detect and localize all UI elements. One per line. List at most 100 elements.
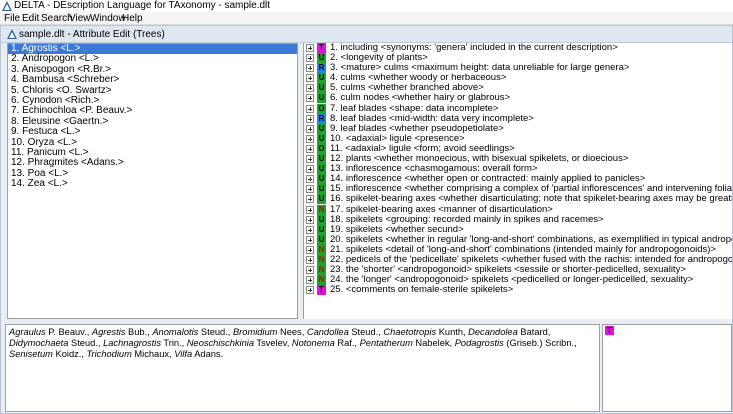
menu-file[interactable]: File xyxy=(4,12,20,25)
author-text: Steud., xyxy=(198,327,233,337)
attribute-edit-window: sample.dlt - Attribute Edit (Trees) 1. A… xyxy=(0,25,733,414)
expand-icon[interactable] xyxy=(306,195,314,204)
character-state-badge: O xyxy=(317,103,326,114)
genus-name-italic: Agrestis xyxy=(91,327,126,337)
author-text: Raf., xyxy=(334,338,360,348)
taxon-item[interactable]: 4. Bambusa <Schreber> xyxy=(8,74,297,85)
menu-bar: File Edit Search View Window Help xyxy=(0,12,733,25)
character-state-badge: U xyxy=(317,123,326,134)
expand-icon[interactable] xyxy=(306,245,314,254)
genus-name-italic: Agraulus xyxy=(9,327,46,337)
menu-window[interactable]: Window xyxy=(90,12,126,25)
author-text: Batard, xyxy=(517,327,551,337)
genus-name-italic: Bromidium xyxy=(232,327,278,337)
expand-icon[interactable] xyxy=(306,255,314,264)
taxon-item[interactable]: 9. Festuca <L.> xyxy=(8,126,297,137)
character-state-badge: O xyxy=(317,143,326,154)
author-text: Kunth, xyxy=(436,327,469,337)
genus-name-italic: Vilfa xyxy=(174,349,193,359)
window-title: DELTA - DEscription Language for TAxonom… xyxy=(14,0,271,11)
genus-name-italic: Candollea xyxy=(306,327,349,337)
subwindow-title: sample.dlt - Attribute Edit (Trees) xyxy=(19,29,165,40)
author-text: P. Beauv., xyxy=(45,327,92,337)
genus-name-italic: Lachnagrostis xyxy=(103,338,161,348)
character-label: 16. spikelet-bearing axes <whether disar… xyxy=(330,193,732,205)
expand-icon[interactable] xyxy=(306,104,314,113)
author-text: Koidz., xyxy=(52,349,87,359)
taxa-list[interactable]: 1. Agrostis <L.> 2. Andropogon <L.> 3. Ani… xyxy=(7,43,298,319)
author-text: Bub., xyxy=(125,327,153,337)
author-text: (Griseb.) Scribn., xyxy=(503,338,577,348)
character-state-badge: N xyxy=(317,275,326,286)
expand-icon[interactable] xyxy=(306,215,314,224)
author-text: Tsvelev, xyxy=(254,338,292,348)
author-text: Adans. xyxy=(192,349,224,359)
character-state-badge: U xyxy=(317,73,326,84)
delta-app-icon xyxy=(2,1,12,11)
author-text: Nees, xyxy=(277,327,307,337)
subwindow-title-bar: sample.dlt - Attribute Edit (Trees) xyxy=(1,26,732,43)
state-panel[interactable]: T xyxy=(602,324,732,412)
expand-icon[interactable] xyxy=(306,64,314,73)
character-state-badge: N xyxy=(317,254,326,265)
expand-icon[interactable] xyxy=(306,94,314,103)
attribute-text-editor[interactable]: Agraulus P. Beauv., Agrestis Bub., Anoma… xyxy=(5,324,600,412)
character-state-badge: U xyxy=(317,133,326,144)
author-text: Trin., xyxy=(160,338,187,348)
characters-tree[interactable]: T 1. including <synonyms: 'genera' includ… xyxy=(303,43,732,319)
character-state-badge: U xyxy=(317,164,326,175)
expand-icon[interactable] xyxy=(306,144,314,153)
genus-name-italic: Notonema xyxy=(291,338,335,348)
genus-name-italic: Senisetum xyxy=(9,349,53,359)
expand-icon[interactable] xyxy=(306,44,314,52)
title-bar: DELTA - DEscription Language for TAxonom… xyxy=(0,0,733,12)
genus-name-italic: Pentatherum xyxy=(359,338,413,348)
menu-help[interactable]: Help xyxy=(122,12,143,25)
genus-name-italic: Didymochaeta xyxy=(9,338,69,348)
character-state-badge: T xyxy=(317,43,326,53)
expand-icon[interactable] xyxy=(306,286,314,295)
character-state-badge: U xyxy=(317,234,326,245)
genus-name-italic: Decandolea xyxy=(468,327,518,337)
expand-icon[interactable] xyxy=(306,124,314,133)
genus-name-italic: Podagrostis xyxy=(454,338,504,348)
expand-icon[interactable] xyxy=(306,266,314,275)
expand-icon[interactable] xyxy=(306,74,314,83)
taxon-item[interactable]: 14. Zea <L.> xyxy=(8,178,297,189)
character-state-badge: U xyxy=(317,93,326,104)
character-state-badge: N xyxy=(317,265,326,276)
expand-icon[interactable] xyxy=(306,114,314,123)
character-state-badge: U xyxy=(317,83,326,94)
character-label: 25. <comments on female-sterile spikelet… xyxy=(330,284,514,296)
character-item[interactable]: U 16. spikelet-bearing axes <whether disa… xyxy=(304,193,732,205)
expand-icon[interactable] xyxy=(306,84,314,93)
genus-name-italic: Trichodium xyxy=(86,349,132,359)
menu-search[interactable]: Search xyxy=(41,12,73,25)
expand-icon[interactable] xyxy=(306,205,314,214)
character-state-badge: U xyxy=(317,194,326,205)
expand-icon[interactable] xyxy=(306,235,314,244)
character-state-badge: T xyxy=(317,285,326,296)
expand-icon[interactable] xyxy=(306,165,314,174)
character-state-badge: U xyxy=(317,154,326,165)
character-state-badge: U xyxy=(317,224,326,235)
expand-icon[interactable] xyxy=(306,185,314,194)
expand-icon[interactable] xyxy=(306,175,314,184)
expand-icon[interactable] xyxy=(306,134,314,143)
character-state-badge: U xyxy=(317,174,326,185)
character-item[interactable]: T 25. <comments on female-sterile spikele… xyxy=(304,284,732,296)
genus-name-italic: Chaetotropis xyxy=(383,327,437,337)
author-text: Michaux, xyxy=(131,349,175,359)
expand-icon[interactable] xyxy=(306,276,314,285)
expand-icon[interactable] xyxy=(306,225,314,234)
author-text: Steud., xyxy=(68,338,104,348)
genus-name-italic: Anomalotis xyxy=(152,327,199,337)
expand-icon[interactable] xyxy=(306,155,314,164)
menu-edit[interactable]: Edit xyxy=(22,12,39,25)
expand-icon[interactable] xyxy=(306,54,314,63)
character-state-badge: R xyxy=(317,113,326,124)
character-state-badge: U xyxy=(317,214,326,225)
character-state-badge: R xyxy=(317,63,326,74)
genus-name-italic: Neoschischkinia xyxy=(186,338,254,348)
menu-view[interactable]: View xyxy=(69,12,91,25)
